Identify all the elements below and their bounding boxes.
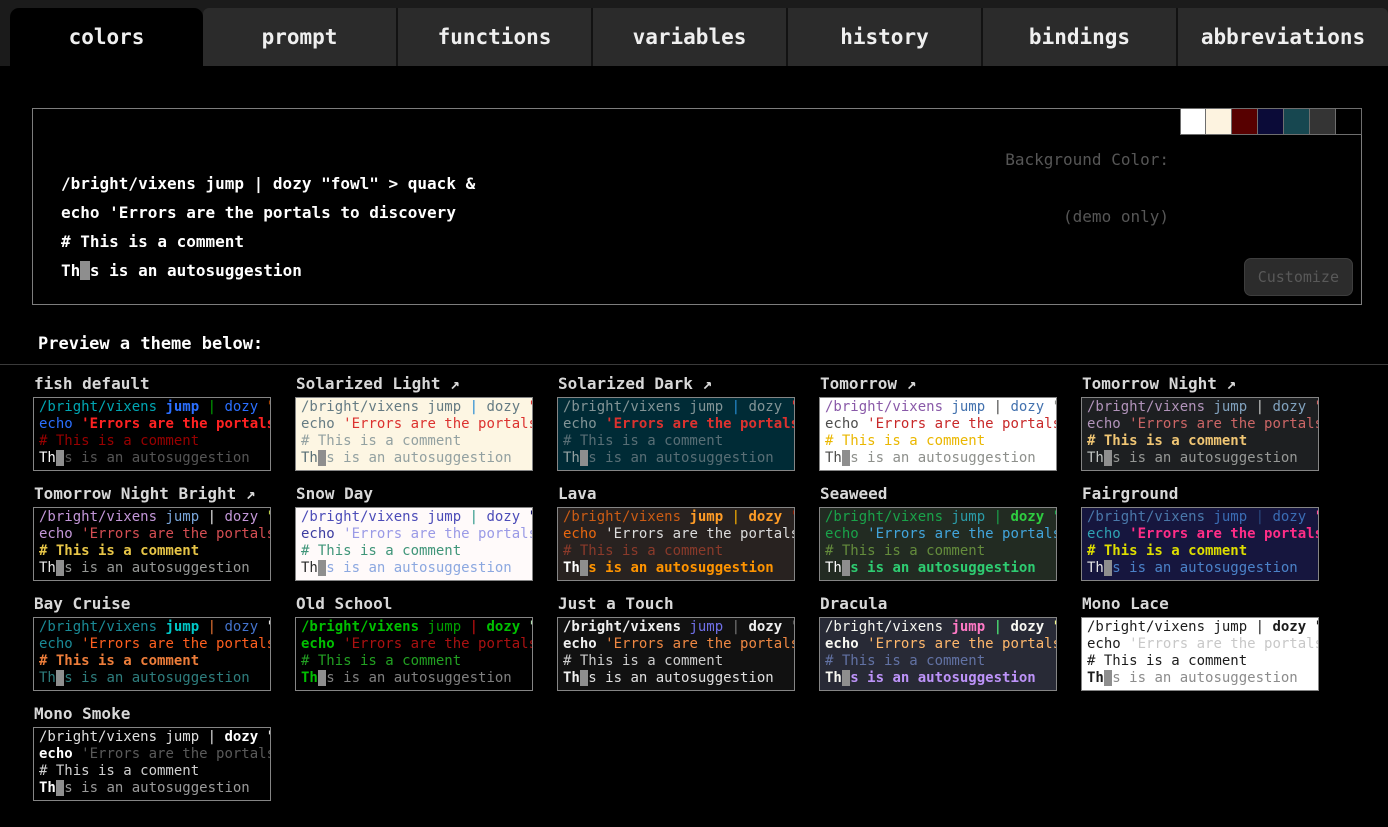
- theme-name-seaweed: Seaweed: [820, 484, 1057, 504]
- customize-button[interactable]: Customize: [1244, 258, 1353, 296]
- theme-name-lava: Lava: [558, 484, 795, 504]
- bg-swatch-navy[interactable]: [1258, 108, 1284, 135]
- theme-card-just-a-touch: Just a Touch/bright/vixens jump | dozy "…: [557, 594, 795, 691]
- theme-card-mono-smoke: Mono Smoke/bright/vixens jump | dozy "ec…: [33, 704, 271, 801]
- theme-name-tomorrow[interactable]: Tomorrow ↗: [820, 374, 1057, 394]
- theme-preview-bay-cruise[interactable]: /bright/vixens jump | dozy "echo 'Errors…: [33, 617, 271, 691]
- theme-preview-lava[interactable]: /bright/vixens jump | dozy "echo 'Errors…: [557, 507, 795, 581]
- theme-preview-mono-smoke[interactable]: /bright/vixens jump | dozy "echo 'Errors…: [33, 727, 271, 801]
- tab-functions[interactable]: functions: [396, 8, 591, 66]
- color-preview-panel: Background Color: (demo only) /bright/vi…: [32, 108, 1362, 305]
- theme-preview-solarized-light[interactable]: /bright/vixens jump | dozy "echo 'Errors…: [295, 397, 533, 471]
- tab-bar: colorspromptfunctionsvariableshistorybin…: [0, 0, 1388, 66]
- theme-preview-tomorrow-night[interactable]: /bright/vixens jump | dozy "echo 'Errors…: [1081, 397, 1319, 471]
- theme-name-snow-day: Snow Day: [296, 484, 533, 504]
- tab-abbreviations[interactable]: abbreviations: [1176, 8, 1388, 66]
- background-color-label-line1: Background Color:: [1005, 150, 1169, 169]
- bg-swatch-charcoal[interactable]: [1310, 108, 1336, 135]
- themes-heading: Preview a theme below:: [38, 334, 1388, 354]
- theme-card-snow-day: Snow Day/bright/vixens jump | dozy "echo…: [295, 484, 533, 581]
- theme-name-solarized-dark[interactable]: Solarized Dark ↗: [558, 374, 795, 394]
- theme-name-old-school: Old School: [296, 594, 533, 614]
- tab-history[interactable]: history: [786, 8, 981, 66]
- theme-preview-snow-day[interactable]: /bright/vixens jump | dozy "echo 'Errors…: [295, 507, 533, 581]
- theme-preview-just-a-touch[interactable]: /bright/vixens jump | dozy "echo 'Errors…: [557, 617, 795, 691]
- theme-preview-fairground[interactable]: /bright/vixens jump | dozy "echo 'Errors…: [1081, 507, 1319, 581]
- theme-card-tomorrow: Tomorrow ↗ /bright/vixens jump | dozy "ec…: [819, 374, 1057, 471]
- theme-preview-seaweed[interactable]: /bright/vixens jump | dozy "echo 'Errors…: [819, 507, 1057, 581]
- theme-card-mono-lace: Mono Lace/bright/vixens jump | dozy "ech…: [1081, 594, 1319, 691]
- theme-name-mono-smoke: Mono Smoke: [34, 704, 271, 724]
- theme-name-bay-cruise: Bay Cruise: [34, 594, 271, 614]
- theme-name-mono-lace: Mono Lace: [1082, 594, 1319, 614]
- theme-card-solarized-light: Solarized Light ↗ /bright/vixens jump | d…: [295, 374, 533, 471]
- theme-card-seaweed: Seaweed/bright/vixens jump | dozy "echo …: [819, 484, 1057, 581]
- theme-preview-dracula[interactable]: /bright/vixens jump | dozy "echo 'Errors…: [819, 617, 1057, 691]
- colors-tab-content: Background Color: (demo only) /bright/vi…: [0, 108, 1388, 814]
- bg-swatch-teal[interactable]: [1284, 108, 1310, 135]
- tab-bindings[interactable]: bindings: [981, 8, 1176, 66]
- theme-preview-old-school[interactable]: /bright/vixens jump | dozy "echo 'Errors…: [295, 617, 533, 691]
- bg-swatch-black[interactable]: [1336, 108, 1362, 135]
- theme-card-tomorrow-night: Tomorrow Night ↗ /bright/vixens jump | do…: [1081, 374, 1319, 471]
- fish-config-app: colorspromptfunctionsvariableshistorybin…: [0, 0, 1388, 814]
- theme-preview-tomorrow[interactable]: /bright/vixens jump | dozy "echo 'Errors…: [819, 397, 1057, 471]
- theme-preview-tomorrow-night-bright[interactable]: /bright/vixens jump | dozy "echo 'Errors…: [33, 507, 271, 581]
- bg-swatch-maroon[interactable]: [1232, 108, 1258, 135]
- theme-name-solarized-light[interactable]: Solarized Light ↗: [296, 374, 533, 394]
- theme-card-lava: Lava/bright/vixens jump | dozy "echo 'Er…: [557, 484, 795, 581]
- theme-name-dracula: Dracula: [820, 594, 1057, 614]
- theme-name-tomorrow-night[interactable]: Tomorrow Night ↗: [1082, 374, 1319, 394]
- theme-grid: fish default/bright/vixens jump | dozy "…: [0, 364, 1388, 814]
- theme-preview-fish-default[interactable]: /bright/vixens jump | dozy "echo 'Errors…: [33, 397, 271, 471]
- theme-name-fish-default: fish default: [34, 374, 271, 394]
- theme-preview-mono-lace[interactable]: /bright/vixens jump | dozy "echo 'Errors…: [1081, 617, 1319, 691]
- theme-card-dracula: Dracula/bright/vixens jump | dozy "echo …: [819, 594, 1057, 691]
- bg-swatch-cream[interactable]: [1206, 108, 1232, 135]
- background-color-label: Background Color: (demo only): [1005, 112, 1169, 264]
- tab-prompt[interactable]: prompt: [203, 8, 396, 66]
- theme-name-just-a-touch: Just a Touch: [558, 594, 795, 614]
- tab-colors[interactable]: colors: [10, 8, 203, 66]
- theme-card-old-school: Old School/bright/vixens jump | dozy "ec…: [295, 594, 533, 691]
- theme-preview-solarized-dark[interactable]: /bright/vixens jump | dozy "echo 'Errors…: [557, 397, 795, 471]
- theme-card-tomorrow-night-bright: Tomorrow Night Bright ↗ /bright/vixens ju…: [33, 484, 271, 581]
- theme-card-bay-cruise: Bay Cruise/bright/vixens jump | dozy "ec…: [33, 594, 271, 691]
- background-color-label-line2: (demo only): [1005, 207, 1169, 226]
- theme-card-fish-default: fish default/bright/vixens jump | dozy "…: [33, 374, 271, 471]
- theme-card-fairground: Fairground/bright/vixens jump | dozy "ec…: [1081, 484, 1319, 581]
- bg-swatch-white[interactable]: [1180, 108, 1206, 135]
- background-color-swatches: [1180, 108, 1362, 135]
- theme-name-fairground: Fairground: [1082, 484, 1319, 504]
- theme-card-solarized-dark: Solarized Dark ↗ /bright/vixens jump | do…: [557, 374, 795, 471]
- theme-name-tomorrow-night-bright[interactable]: Tomorrow Night Bright ↗: [34, 484, 271, 504]
- tab-variables[interactable]: variables: [591, 8, 786, 66]
